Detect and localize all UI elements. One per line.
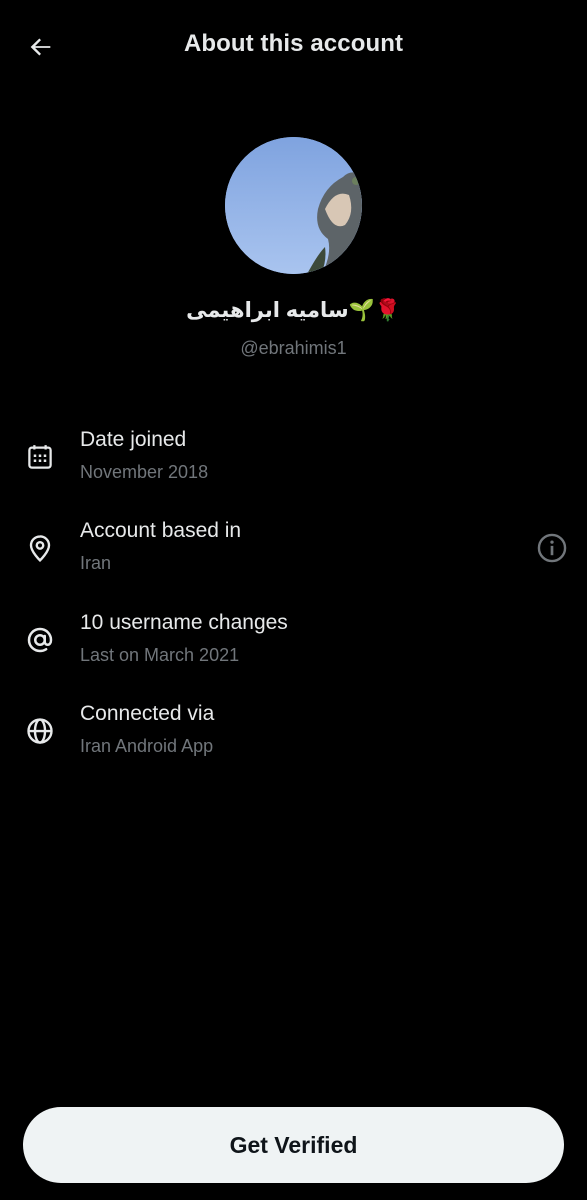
get-verified-button[interactable]: Get Verified	[23, 1107, 564, 1183]
avatar-photo	[225, 137, 362, 274]
info-icon	[537, 533, 567, 563]
at-sign-icon	[22, 622, 58, 658]
avatar[interactable]	[225, 137, 362, 274]
page-title: About this account	[183, 30, 404, 57]
calendar-icon	[22, 439, 58, 475]
username-handle: @ebrahimis1	[240, 338, 347, 358]
info-button[interactable]	[535, 531, 569, 565]
display-name: سامیه ابراهیمی🌱🌹	[186, 299, 401, 322]
row-label: 10 username changes	[80, 611, 288, 634]
row-label: Connected via	[80, 702, 215, 725]
account-based-in-row: Account based in Iran	[0, 519, 587, 599]
row-value: Last on March 2021	[80, 645, 240, 665]
row-label: Date joined	[80, 428, 187, 451]
row-value: Iran Android App	[80, 736, 214, 756]
location-pin-icon	[22, 530, 58, 566]
username-changes-row: 10 username changes Last on March 2021	[0, 611, 587, 691]
globe-icon	[22, 713, 58, 749]
row-value: Iran	[80, 553, 112, 573]
row-label: Account based in	[80, 519, 242, 542]
connected-via-row: Connected via Iran Android App	[0, 702, 587, 782]
date-joined-row: Date joined November 2018	[0, 428, 587, 508]
top-bar: About this account	[0, 0, 587, 92]
row-value: November 2018	[80, 462, 209, 482]
